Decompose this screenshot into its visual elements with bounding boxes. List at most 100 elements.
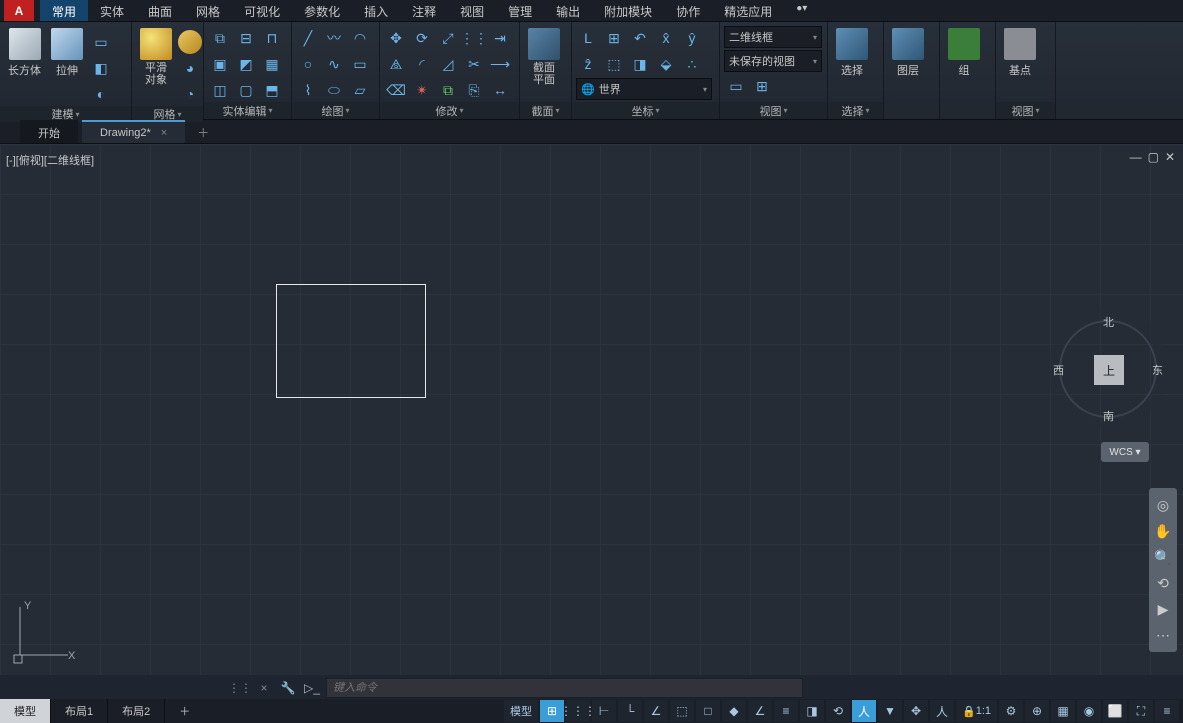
ucs-3p-icon[interactable]: ∴	[680, 52, 704, 76]
menu-tab-mesh[interactable]: 网格	[184, 0, 232, 21]
nav-more-icon[interactable]: ⋯	[1149, 622, 1177, 648]
clean-screen-toggle[interactable]: ⛶	[1129, 700, 1153, 722]
infer-constraints-toggle[interactable]: ⊢	[592, 700, 616, 722]
spline-icon[interactable]: ∿	[322, 52, 346, 76]
menu-tab-collab[interactable]: 协作	[664, 0, 712, 21]
layout-tab-2[interactable]: 布局2	[108, 699, 165, 723]
command-input[interactable]	[326, 678, 803, 698]
presspull-icon[interactable]: ◧	[89, 56, 113, 80]
wcs-button[interactable]: WCS ▾	[1101, 442, 1149, 462]
transparency-toggle[interactable]: ◨	[800, 700, 824, 722]
ucs-view-icon[interactable]: ⬚	[602, 52, 626, 76]
osnap-toggle[interactable]: □	[696, 700, 720, 722]
cube-top-face[interactable]: 上	[1094, 355, 1124, 385]
layout-tab-1[interactable]: 布局1	[51, 699, 108, 723]
ucs-icon-display[interactable]: Y X	[12, 599, 76, 663]
ellipse-icon[interactable]: ⬭	[322, 78, 346, 102]
world-combo[interactable]: 🌐世界	[576, 78, 712, 100]
compass-east[interactable]: 东	[1152, 362, 1163, 378]
cmd-customize-icon[interactable]: 🔧	[278, 678, 298, 698]
viewport-control[interactable]: [-][俯视][二维线框]	[6, 152, 94, 168]
panel-view-label[interactable]: 视图	[720, 102, 827, 119]
app-logo[interactable]: A	[4, 0, 34, 21]
add-layout-button[interactable]: ＋	[165, 699, 204, 723]
intersect-icon[interactable]: ⊓	[260, 26, 284, 50]
menu-tab-manage[interactable]: 管理	[496, 0, 544, 21]
taper-face-icon[interactable]: ◩	[234, 52, 258, 76]
thicken-icon[interactable]: ⬒	[260, 78, 284, 102]
mesh-refine-icon[interactable]: ◔	[178, 82, 202, 106]
status-model-toggle[interactable]: 模型	[504, 700, 538, 722]
menu-overflow[interactable]: ●▾	[790, 0, 813, 21]
view-single-icon[interactable]: ▭	[724, 74, 748, 98]
gizmo-toggle[interactable]: ✥	[904, 700, 928, 722]
erase-icon[interactable]: ⌫	[384, 78, 408, 102]
region-icon[interactable]: ▱	[348, 78, 372, 102]
panel-solidedit-label[interactable]: 实体编辑	[204, 102, 291, 119]
nav-wheel-icon[interactable]: ◎	[1149, 492, 1177, 518]
cmd-close-icon[interactable]: ×	[254, 678, 274, 698]
extrude-button[interactable]: 拉伸	[47, 26, 87, 80]
selection-cycling-toggle[interactable]: ⟲	[826, 700, 850, 722]
subtract-icon[interactable]: ⊟	[234, 26, 258, 50]
extend-icon[interactable]: ⟶	[488, 52, 512, 76]
polyline-icon[interactable]: 〰	[322, 26, 346, 50]
helix-icon[interactable]: ⌇	[296, 78, 320, 102]
visual-style-combo[interactable]: 二维线框	[724, 26, 822, 48]
move3d-icon[interactable]: ✥	[384, 26, 408, 50]
saved-view-combo[interactable]: 未保存的视图	[724, 50, 822, 72]
ucs-z-icon[interactable]: ẑ	[576, 52, 600, 76]
compass-north[interactable]: 北	[1103, 314, 1114, 330]
selection-filter-toggle[interactable]: ▼	[878, 700, 902, 722]
units-toggle[interactable]: ⊕	[1025, 700, 1049, 722]
slice-icon[interactable]: ◫	[208, 78, 232, 102]
minimize-icon[interactable]: —	[1130, 150, 1142, 164]
3dosnap-toggle[interactable]: ◆	[722, 700, 746, 722]
menu-tab-annotate[interactable]: 注释	[400, 0, 448, 21]
stretch-icon[interactable]: ↔	[488, 78, 512, 102]
panel-base-label[interactable]: 视图	[996, 102, 1055, 119]
circle-icon[interactable]: ○	[296, 52, 320, 76]
file-tab-start[interactable]: 开始	[20, 120, 78, 143]
arc-icon[interactable]: ◠	[348, 26, 372, 50]
file-tab-drawing2[interactable]: Drawing2*×	[82, 120, 185, 143]
nav-pan-icon[interactable]: ✋	[1149, 518, 1177, 544]
select-button[interactable]: 选择	[832, 26, 872, 80]
panel-select-label[interactable]: 选择	[828, 102, 883, 119]
cmd-handle-icon[interactable]: ⋮⋮	[230, 678, 250, 698]
close-icon[interactable]: ×	[161, 127, 167, 139]
extrude-face-icon[interactable]: ▣	[208, 52, 232, 76]
quick-properties-toggle[interactable]: ▦	[1051, 700, 1075, 722]
offset-face-icon[interactable]: ▦	[260, 52, 284, 76]
menu-tab-output[interactable]: 输出	[544, 0, 592, 21]
layout-tab-model[interactable]: 模型	[0, 699, 51, 723]
compass-south[interactable]: 南	[1103, 408, 1114, 424]
menu-tab-featured[interactable]: 精选应用	[712, 0, 784, 21]
isolate-objects-toggle[interactable]: ◉	[1077, 700, 1101, 722]
menu-tab-addins[interactable]: 附加模块	[592, 0, 664, 21]
mesh-more-icon[interactable]	[178, 30, 202, 54]
annotation-scale[interactable]: 🔒 1:1	[956, 700, 997, 722]
isodraft-toggle[interactable]: ⬚	[670, 700, 694, 722]
otrack-toggle[interactable]: ∠	[748, 700, 772, 722]
fillet-icon[interactable]: ◜	[410, 52, 434, 76]
drawing-canvas[interactable]: [-][俯视][二维线框] — ▢ ✕ 上 北 南 东 西 WCS ▾ ◎ ✋ …	[0, 144, 1183, 675]
layer-button[interactable]: 图层	[888, 26, 928, 80]
maximize-icon[interactable]: ▢	[1148, 150, 1159, 164]
nav-showmotion-icon[interactable]: ▶	[1149, 596, 1177, 622]
group-button[interactable]: 组	[944, 26, 984, 80]
snap-toggle[interactable]: ⋮⋮⋮	[566, 700, 590, 722]
mesh-less-icon[interactable]: ◕	[178, 56, 202, 80]
ucs-prev-icon[interactable]: ↶	[628, 26, 652, 50]
rotate3d-icon[interactable]: ⟳	[410, 26, 434, 50]
menu-tab-view[interactable]: 视图	[448, 0, 496, 21]
offset-icon[interactable]: ⧉	[436, 78, 460, 102]
panel-draw-label[interactable]: 绘图	[292, 102, 379, 119]
menu-tab-visualize[interactable]: 可视化	[232, 0, 292, 21]
nav-orbit-icon[interactable]: ⟲	[1149, 570, 1177, 596]
array-icon[interactable]: ⋮⋮	[462, 26, 486, 50]
hardware-accel-toggle[interactable]: ⬜	[1103, 700, 1127, 722]
align-icon[interactable]: ⇥	[488, 26, 512, 50]
compass-west[interactable]: 西	[1053, 362, 1064, 378]
explode-icon[interactable]: ✴	[410, 78, 434, 102]
